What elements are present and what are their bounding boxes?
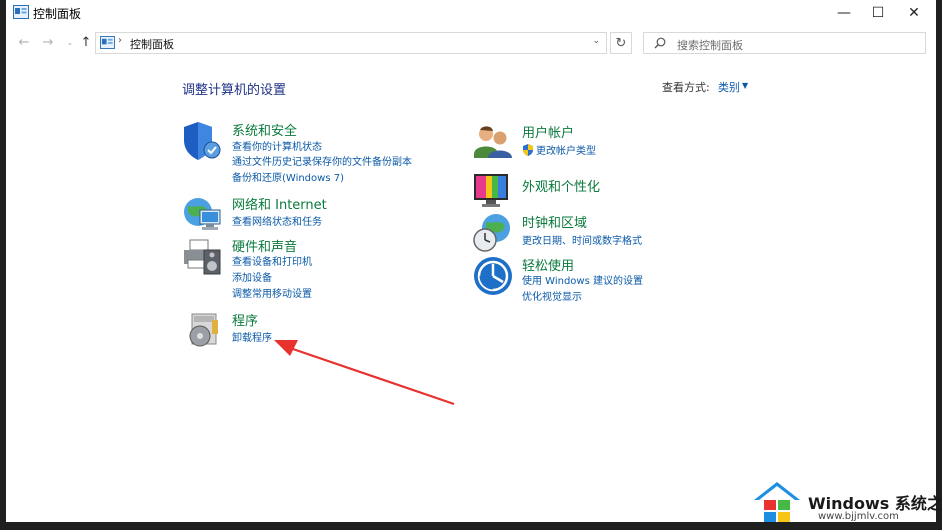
link-backup-restore[interactable]: 备份和还原(Windows 7)	[232, 169, 344, 184]
category-user-accounts: 用户帐户 更改帐户类型	[472, 122, 732, 162]
category-ease-of-access: 轻松使用 使用 Windows 建议的设置 优化视觉显示	[472, 255, 732, 305]
back-button[interactable]: ←	[14, 32, 34, 52]
uac-shield-icon	[523, 144, 533, 156]
windows-house-logo-icon	[754, 482, 800, 522]
site-watermark: Windows 系统之家 www.bjjmlv.com	[752, 480, 942, 526]
programs-disc-icon[interactable]	[182, 310, 224, 352]
page-title: 调整计算机的设置	[182, 83, 287, 98]
link-file-history[interactable]: 通过文件历史记录保存你的文件备份副本	[232, 153, 412, 168]
view-by-label: 查看方式:	[662, 81, 710, 94]
title-bar: 控制面板 — ☐ ✕	[6, 0, 936, 26]
category-title[interactable]: 网络和 Internet	[232, 194, 327, 213]
maximize-button[interactable]: ☐	[858, 0, 898, 26]
address-bar[interactable]: › 控制面板 ⌄	[95, 32, 607, 54]
category-clock-region: 时钟和区域 更改日期、时间或数字格式	[472, 212, 732, 252]
monitor-palette-icon[interactable]	[472, 170, 514, 212]
category-title[interactable]: 外观和个性化	[522, 176, 600, 195]
clock-globe-icon[interactable]	[472, 212, 514, 254]
address-breadcrumb[interactable]: 控制面板	[130, 36, 174, 52]
printer-speaker-icon[interactable]	[182, 236, 224, 278]
link-text[interactable]: 更改帐户类型	[536, 146, 596, 157]
category-title[interactable]: 用户帐户	[522, 122, 574, 141]
up-button[interactable]: ↑	[76, 32, 96, 52]
link-uninstall-program[interactable]: 卸载程序	[232, 329, 272, 344]
dropdown-arrow-icon[interactable]: ▼	[742, 81, 748, 90]
view-by-dropdown[interactable]: 类别	[718, 79, 740, 95]
link-devices-printers[interactable]: 查看设备和打印机	[232, 253, 312, 268]
category-appearance: 外观和个性化	[472, 170, 732, 210]
category-title[interactable]: 时钟和区域	[522, 212, 587, 231]
link-view-computer-status[interactable]: 查看你的计算机状态	[232, 138, 322, 153]
link-change-account-type[interactable]: 更改帐户类型	[522, 142, 596, 157]
refresh-button[interactable]: ↻	[610, 32, 632, 54]
users-icon[interactable]	[472, 122, 514, 164]
link-windows-recommended[interactable]: 使用 Windows 建议的设置	[522, 272, 643, 287]
watermark-url: www.bjjmlv.com	[818, 511, 899, 522]
ease-of-access-icon[interactable]	[472, 255, 514, 297]
search-placeholder: 搜索控制面板	[677, 39, 743, 52]
link-date-time-format[interactable]: 更改日期、时间或数字格式	[522, 232, 642, 247]
link-network-status[interactable]: 查看网络状态和任务	[232, 213, 322, 228]
forward-button[interactable]: →	[38, 32, 58, 52]
link-add-device[interactable]: 添加设备	[232, 269, 272, 284]
link-mobility-settings[interactable]: 调整常用移动设置	[232, 285, 312, 300]
window-title: 控制面板	[33, 7, 82, 21]
annotation-arrow-icon	[274, 340, 455, 406]
shield-icon[interactable]	[182, 120, 224, 162]
close-button[interactable]: ✕	[894, 0, 934, 26]
category-title[interactable]: 程序	[232, 310, 258, 329]
chevron-right-icon[interactable]: ›	[118, 35, 122, 46]
chevron-down-icon[interactable]: ⌄	[592, 36, 600, 46]
navigation-bar: ← → ⌄ ↑ › 控制面板 ⌄ ↻ 搜索控制面板	[6, 28, 936, 58]
category-network-internet: 网络和 Internet 查看网络状态和任务	[182, 194, 442, 234]
search-input[interactable]: 搜索控制面板	[643, 32, 926, 54]
category-hardware-sound: 硬件和声音 查看设备和打印机 添加设备 调整常用移动设置	[182, 236, 442, 300]
control-panel-window: 控制面板 — ☐ ✕ ← → ⌄ ↑ › 控制面板 ⌄ ↻ 搜索控制面板 调整计…	[6, 0, 936, 522]
control-panel-icon	[100, 36, 115, 49]
control-panel-icon	[13, 5, 29, 19]
network-globe-icon[interactable]	[182, 194, 224, 236]
link-optimize-display[interactable]: 优化视觉显示	[522, 288, 582, 303]
search-icon	[654, 37, 666, 49]
category-system-security: 系统和安全 查看你的计算机状态 通过文件历史记录保存你的文件备份副本 备份和还原…	[182, 120, 442, 184]
category-title[interactable]: 系统和安全	[232, 120, 297, 139]
